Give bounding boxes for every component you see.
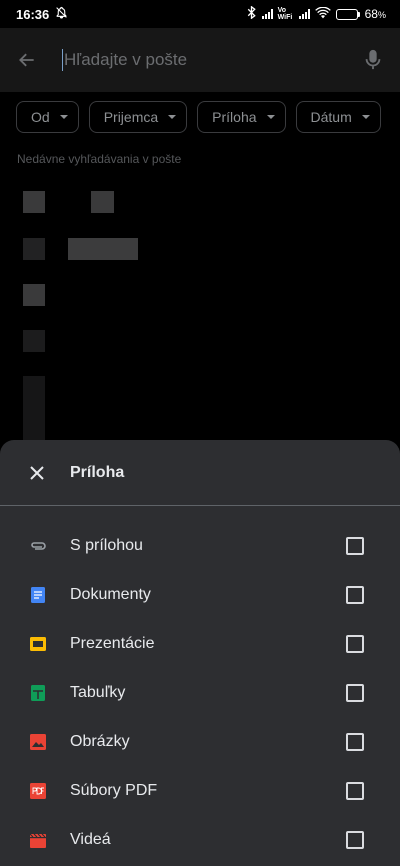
option-label: Videá [70,830,111,848]
chip-label: Od [31,109,50,125]
checkbox[interactable] [346,781,364,800]
dropdown-arrow-icon [266,115,275,119]
chip-label: Prijemca [103,109,159,125]
notifications-muted-icon [55,6,68,22]
vowifi-label: Vo WiFi [277,7,293,21]
image-icon [29,733,47,751]
option-documents[interactable]: Dokumenty [0,570,400,619]
checkbox[interactable] [346,830,364,849]
checkbox[interactable] [346,683,364,702]
attachment-bottom-sheet: Príloha S prílohou Dokumenty Prezentácie [0,440,400,866]
option-pdf-files[interactable]: Súbory PDF [0,766,400,815]
search-input[interactable]: Hľadajte v pošte [62,49,360,71]
paperclip-icon [29,537,47,555]
sheets-icon [29,684,47,702]
option-label: Súbory PDF [70,781,158,799]
search-bar: Hľadajte v pošte [0,28,400,92]
battery-icon [335,8,360,20]
option-label: Tabuľky [70,683,126,701]
chip-date[interactable]: Dátum [295,101,381,133]
option-images[interactable]: Obrázky [0,717,400,766]
dropdown-arrow-icon [59,115,68,119]
blurred-recent-item [23,330,45,352]
chip-attachment[interactable]: Príloha [197,101,286,133]
cell-signal-2-icon [298,9,310,19]
option-videos[interactable]: Videá [0,815,400,864]
option-presentations[interactable]: Prezentácie [0,619,400,668]
status-bar: 16:36 Vo WiFi 68% [0,0,400,28]
option-label: Dokumenty [70,585,151,603]
blurred-recent-item [23,238,45,260]
microphone-icon[interactable] [360,47,386,73]
chip-from[interactable]: Od [16,101,79,133]
filter-chips: Od Prijemca Príloha Dátum [16,101,381,133]
close-icon[interactable] [26,462,48,484]
slides-icon [29,635,47,653]
dropdown-arrow-icon [361,115,370,119]
blurred-recent-item [23,376,45,440]
recent-searches-title: Nedávne vyhľadávania v pošte [17,152,182,166]
checkbox[interactable] [346,585,364,604]
wifi-icon [314,6,331,22]
status-time: 16:36 [16,6,50,22]
back-arrow-icon[interactable] [14,47,40,73]
bluetooth-icon [246,5,257,22]
blurred-recent-item [23,191,45,213]
option-label: Prezentácie [70,634,155,652]
checkbox[interactable] [346,536,364,555]
option-spreadsheets[interactable]: Tabuľky [0,668,400,717]
checkbox[interactable] [346,732,364,751]
option-label: S prílohou [70,536,143,554]
chip-recipient[interactable]: Prijemca [88,101,188,133]
text-cursor [62,49,63,71]
docs-icon [29,586,47,604]
option-with-attachment[interactable]: S prílohou [0,521,400,570]
chip-label: Dátum [310,109,352,125]
checkbox[interactable] [346,634,364,653]
cell-signal-icon [261,9,273,19]
sheet-header: Príloha [0,440,400,506]
video-icon [29,831,47,849]
battery-percent: 68% [364,7,386,21]
blurred-recent-item [23,284,45,306]
sheet-title: Príloha [70,463,125,481]
blurred-recent-item [68,238,138,260]
search-placeholder: Hľadajte v pošte [64,50,188,69]
chip-label: Príloha [212,109,257,125]
attachment-options: S prílohou Dokumenty Prezentácie Tabuľky [0,521,400,864]
pdf-icon [29,782,47,800]
dropdown-arrow-icon [168,115,177,119]
option-label: Obrázky [70,732,130,750]
blurred-recent-item [91,191,114,213]
